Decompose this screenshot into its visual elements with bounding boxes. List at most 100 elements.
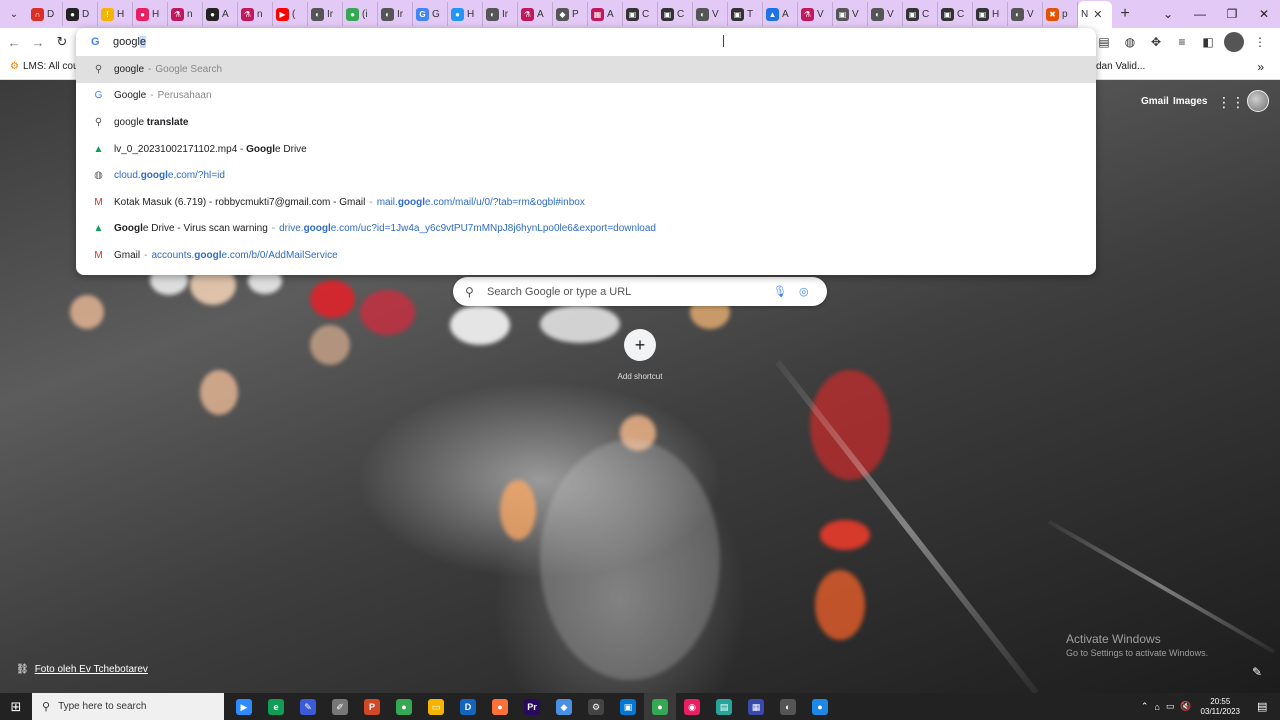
network-icon[interactable]: ⌂	[1154, 702, 1159, 712]
new-tab-button[interactable]: +	[1112, 5, 1138, 23]
side-panel-icon[interactable]: ◧	[1198, 32, 1218, 52]
taskbar-app-vpn[interactable]: ◐	[772, 693, 804, 720]
images-link[interactable]: Images	[1173, 96, 1207, 107]
tab[interactable]: ● A	[203, 2, 238, 26]
suggestion-row[interactable]: G Google - Perusahaan	[76, 83, 1096, 110]
voice-search-icon[interactable]: 🎙	[773, 285, 789, 298]
taskbar-app-cube[interactable]: ◆	[548, 693, 580, 720]
minimize-button[interactable]: —	[1184, 0, 1216, 28]
customize-icon[interactable]: ✎	[1252, 665, 1262, 679]
taskbar-app-powerpoint[interactable]: P	[356, 693, 388, 720]
tab[interactable]: ● H	[448, 2, 483, 26]
tab[interactable]: ◆ P	[553, 2, 588, 26]
tab[interactable]: ⚗ V	[798, 2, 833, 26]
profile-avatar[interactable]	[1224, 32, 1244, 52]
suggestion-row[interactable]: ▲ Google Drive - Virus scan warning - drive…	[76, 216, 1096, 243]
ntp-search-box[interactable]: ⚲ Search Google or type a URL 🎙 ◎	[453, 277, 827, 306]
taskbar-app-screenrec[interactable]: ◉	[676, 693, 708, 720]
suggestion-row[interactable]: ⚲ google - Google Search	[76, 56, 1096, 83]
photo-credit[interactable]: ⛓ Foto oleh Ev Tchebotarev	[16, 664, 148, 675]
bookmarks-overflow-icon[interactable]: »	[1257, 60, 1264, 74]
tab[interactable]: ✖ p	[1043, 2, 1078, 26]
media-icon[interactable]: ▤	[1094, 32, 1114, 52]
volume-icon[interactable]: 🔇	[1180, 701, 1191, 712]
close-button[interactable]: ✕	[1248, 0, 1280, 28]
tab-search-button[interactable]: ⌄	[3, 3, 25, 25]
restore-button[interactable]: ❐	[1216, 0, 1248, 28]
tab[interactable]: ▣ C	[623, 2, 658, 26]
tab[interactable]: ● H	[133, 2, 168, 26]
taskbar-app-firefox[interactable]: ●	[484, 693, 516, 720]
battery-icon[interactable]: ▭	[1166, 701, 1175, 712]
taskbar-app-chrome[interactable]: ●	[388, 693, 420, 720]
media-controls-icon[interactable]: ≡	[1172, 32, 1192, 52]
reload-button[interactable]: ↻	[53, 33, 71, 51]
taskbar-app-zoom[interactable]: ▶	[228, 693, 260, 720]
suggestion-row[interactable]: ◍ cloud.google.com/?hl=id	[76, 162, 1096, 189]
taskbar-search-input[interactable]: Type here to search	[58, 701, 146, 712]
suggestion-row[interactable]: ⚲ google translate	[76, 109, 1096, 136]
forward-button[interactable]: →	[29, 33, 47, 51]
google-apps-icon[interactable]: ⋮⋮	[1217, 94, 1245, 110]
tab-active[interactable]: N ✕	[1078, 1, 1112, 28]
tab[interactable]: GG	[413, 2, 448, 26]
extensions-icon[interactable]: ✥	[1146, 32, 1166, 52]
tab[interactable]: ◐ V	[1008, 2, 1043, 26]
tab[interactable]: ∩ D	[28, 2, 63, 26]
search-input[interactable]: Search Google or type a URL	[487, 286, 773, 298]
tab[interactable]: ▶(	[273, 2, 308, 26]
tab[interactable]: ▦ A	[588, 2, 623, 26]
address-input[interactable]: google	[113, 36, 147, 48]
tab[interactable]: ◐ Ir	[378, 2, 413, 26]
address-bar[interactable]: G google	[76, 28, 1096, 56]
photo-credit-text[interactable]: Foto oleh Ev Tchebotarev	[35, 664, 148, 675]
tab[interactable]: ◐ Ir	[308, 2, 343, 26]
google-lens-icon[interactable]: ◎	[799, 285, 815, 298]
suggestion-row[interactable]: M Kotak Masuk (6.719) - robbycmukti7@gmai…	[76, 189, 1096, 216]
taskbar-search[interactable]: ⚲ Type here to search	[32, 693, 224, 720]
notification-icon[interactable]: ▤	[1257, 700, 1277, 713]
tab-close-icon[interactable]: ✕	[1093, 8, 1102, 21]
tab[interactable]: ▲ A	[763, 2, 798, 26]
translate-icon[interactable]: ◍	[1120, 32, 1140, 52]
taskbar-app-edge[interactable]: e	[260, 693, 292, 720]
taskbar-app-pen[interactable]: ✐	[324, 693, 356, 720]
tab[interactable]: ⚗ A	[518, 2, 553, 26]
taskbar-app-dict[interactable]: D	[452, 693, 484, 720]
taskbar-app-globe[interactable]: ●	[804, 693, 836, 720]
tab[interactable]: ▣ T	[728, 2, 763, 26]
tab[interactable]: ◐ V	[693, 2, 728, 26]
bookmark-valid[interactable]: dan Valid...	[1096, 61, 1145, 72]
chevron-up-icon[interactable]: ⌃	[1141, 701, 1149, 712]
suggestion-row[interactable]: ▲ lv_0_20231002171102.mp4 - Google Drive	[76, 136, 1096, 163]
suggestion-row[interactable]: M Gmail - accounts.google.com/b/0/AddMailSe…	[76, 242, 1096, 269]
account-avatar[interactable]	[1247, 90, 1269, 112]
taskbar-app-chrome-active[interactable]: ●	[644, 693, 676, 720]
taskbar-app-paint[interactable]: ✎	[292, 693, 324, 720]
tab[interactable]: ⚗ n	[238, 2, 273, 26]
tab[interactable]: ◐ V	[868, 2, 903, 26]
taskbar-app-monitor[interactable]: ▣	[612, 693, 644, 720]
tab[interactable]: ▣ C	[658, 2, 693, 26]
tab[interactable]: ◐ Ir	[483, 2, 518, 26]
back-button[interactable]: ←	[5, 33, 23, 51]
gmail-link[interactable]: Gmail	[1141, 96, 1169, 107]
menu-icon[interactable]: ⋮	[1250, 32, 1270, 52]
tab[interactable]: ▣ V	[833, 2, 868, 26]
tab[interactable]: ⚗ n	[168, 2, 203, 26]
collapse-icon[interactable]: ⌄	[1152, 0, 1184, 28]
tab[interactable]: ! H	[98, 2, 133, 26]
start-button[interactable]: ⊞	[0, 693, 32, 720]
taskbar-app-notes[interactable]: ▤	[708, 693, 740, 720]
tab[interactable]: ▣ C	[903, 2, 938, 26]
taskbar-app-explorer[interactable]: ▭	[420, 693, 452, 720]
tab[interactable]: ● D	[63, 2, 98, 26]
tab[interactable]: ▣ H	[973, 2, 1008, 26]
taskbar-app-settings[interactable]: ⚙	[580, 693, 612, 720]
tab[interactable]: ● (i	[343, 2, 378, 26]
add-shortcut-button[interactable]: +	[624, 329, 656, 361]
tab[interactable]: ▣ C	[938, 2, 973, 26]
clock[interactable]: 20:55 03/11/2023	[1201, 697, 1240, 717]
taskbar-app-network[interactable]: ▦	[740, 693, 772, 720]
taskbar-app-premiere[interactable]: Pr	[516, 693, 548, 720]
